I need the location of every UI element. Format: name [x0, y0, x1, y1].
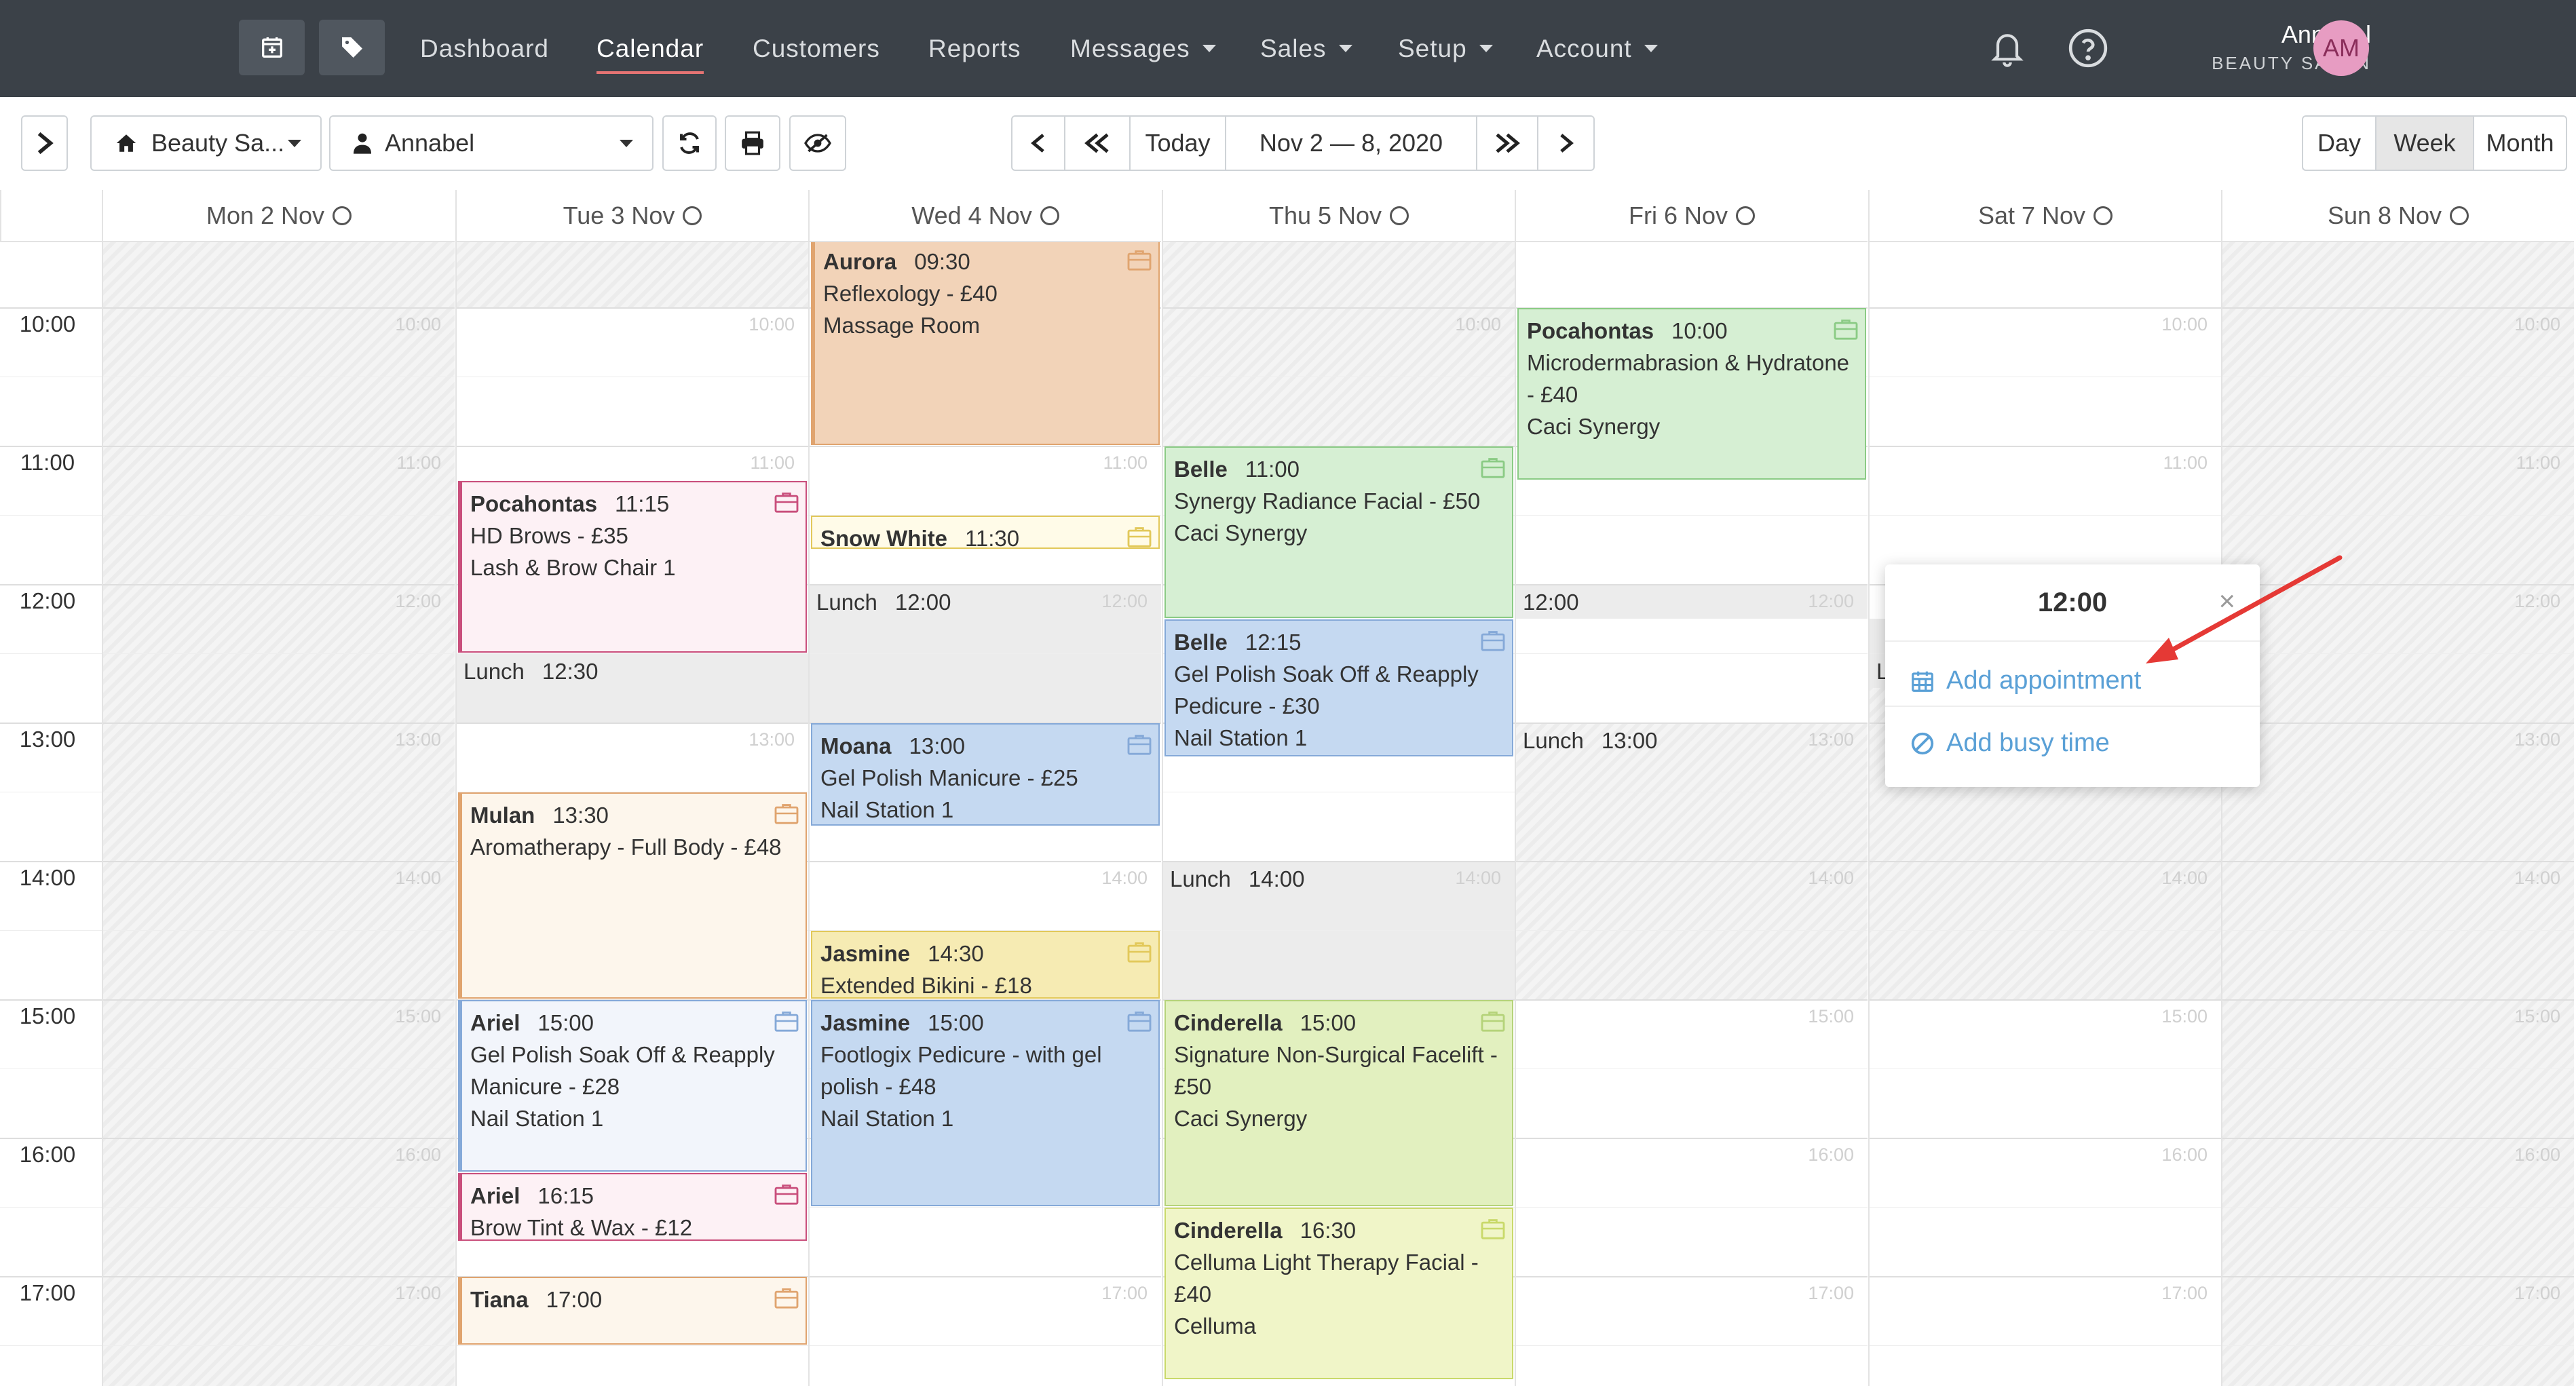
annotation-arrow: [2146, 555, 2343, 663]
